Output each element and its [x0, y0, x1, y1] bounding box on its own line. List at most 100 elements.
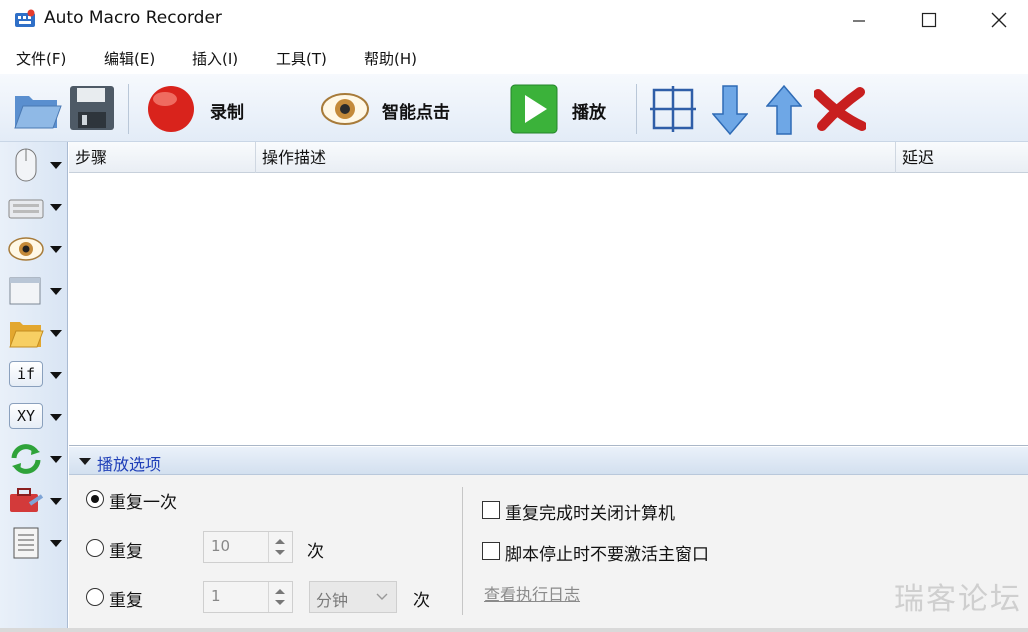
- eye-icon: [8, 237, 44, 261]
- repeat-interval-label: 重复: [109, 591, 143, 611]
- open-folder-icon[interactable]: [12, 84, 62, 132]
- menu-help[interactable]: 帮助(H): [364, 48, 417, 69]
- status-strip: [0, 628, 1028, 632]
- window-title: Auto Macro Recorder: [44, 8, 222, 28]
- interval-unit-value: 分钟: [316, 591, 349, 610]
- repeat-count-value: 10: [211, 537, 231, 555]
- menu-insert[interactable]: 插入(I): [192, 48, 238, 69]
- sidebar-keyboard[interactable]: [6, 188, 64, 226]
- save-disk-icon[interactable]: [68, 84, 116, 132]
- sidebar-document[interactable]: [6, 524, 64, 562]
- spin-up-icon: [275, 539, 285, 544]
- delete-icon[interactable]: [814, 86, 866, 132]
- if-condition-icon: if: [9, 361, 43, 387]
- sidebar-loop[interactable]: [6, 440, 64, 478]
- menu-tools[interactable]: 工具(T): [276, 48, 327, 69]
- macro-steps-table[interactable]: 步骤 操作描述 延迟: [69, 142, 1028, 446]
- repeat-once-label: 重复一次: [109, 493, 177, 513]
- smart-click-button[interactable]: 智能点击: [318, 80, 488, 138]
- chevron-down-icon: [50, 414, 62, 421]
- app-keyboard-icon: [15, 9, 35, 27]
- action-sidebar: if XY: [0, 142, 68, 632]
- times-label-2: 次: [413, 591, 430, 611]
- spin-buttons[interactable]: [268, 582, 292, 612]
- no-activate-label: 脚本停止时不要激活主窗口: [505, 545, 709, 565]
- table-header: 步骤 操作描述 延迟: [69, 142, 1028, 173]
- sidebar-eye[interactable]: [6, 230, 64, 268]
- chevron-down-icon: [50, 246, 62, 253]
- chevron-down-icon: [50, 498, 62, 505]
- chevron-down-icon: [50, 372, 62, 379]
- sidebar-tools[interactable]: [6, 482, 64, 520]
- folder-icon: [9, 322, 44, 348]
- document-list-icon: [13, 527, 39, 559]
- refresh-loop-icon: [11, 444, 41, 474]
- column-step[interactable]: 步骤: [69, 142, 255, 173]
- play-icon: [510, 84, 558, 134]
- close-icon: [991, 12, 1007, 28]
- spin-buttons[interactable]: [268, 532, 292, 562]
- toolbar: 录制 智能点击 播放: [0, 74, 1028, 142]
- move-down-icon[interactable]: [712, 84, 748, 136]
- menu-file[interactable]: 文件(F): [16, 48, 66, 69]
- column-description[interactable]: 操作描述: [255, 142, 895, 173]
- repeat-interval-radio[interactable]: [86, 588, 104, 606]
- toolbar-separator: [128, 84, 129, 134]
- repeat-count-stepper[interactable]: 10: [203, 531, 293, 563]
- play-button[interactable]: 播放: [508, 80, 628, 138]
- chevron-down-icon: [50, 540, 62, 547]
- sidebar-window[interactable]: [6, 272, 64, 310]
- no-activate-checkbox[interactable]: [482, 542, 500, 560]
- spin-down-icon: [275, 550, 285, 555]
- sidebar-folder[interactable]: [6, 314, 64, 352]
- smart-click-label: 智能点击: [382, 103, 450, 123]
- chevron-down-icon: [50, 456, 62, 463]
- record-label: 录制: [210, 103, 244, 123]
- maximize-button[interactable]: [894, 0, 964, 40]
- maximize-icon: [921, 12, 937, 28]
- repeat-interval-stepper[interactable]: 1: [203, 581, 293, 613]
- watermark: 瑞客论坛: [894, 582, 1022, 617]
- window-icon: [9, 277, 41, 305]
- column-delay[interactable]: 延迟: [895, 142, 1028, 173]
- playback-options-header[interactable]: 播放选项: [69, 447, 1028, 475]
- repeat-once-radio[interactable]: [86, 490, 104, 508]
- sidebar-mouse[interactable]: [6, 146, 64, 184]
- playback-options-panel: 重复一次 重复 10 次 重复 1 分钟 次 重复完成时关闭计算机 脚本停止时不…: [69, 475, 1028, 632]
- record-icon: [148, 86, 194, 132]
- menu-edit[interactable]: 编辑(E): [104, 48, 155, 69]
- chevron-down-icon: [50, 288, 62, 295]
- repeat-interval-value: 1: [211, 587, 221, 605]
- repeat-count-radio[interactable]: [86, 539, 104, 557]
- spin-down-icon: [275, 600, 285, 605]
- close-button[interactable]: [964, 0, 1028, 40]
- shutdown-label: 重复完成时关闭计算机: [505, 504, 675, 524]
- xy-variable-icon: XY: [9, 403, 43, 429]
- chevron-down-icon: [50, 330, 62, 337]
- chevron-down-icon: [376, 593, 388, 600]
- mouse-icon: [15, 148, 37, 182]
- eye-icon: [321, 93, 369, 125]
- options-divider: [462, 487, 463, 615]
- repeat-count-label: 重复: [109, 542, 143, 562]
- menu-bar: 文件(F) 编辑(E) 插入(I) 工具(T) 帮助(H): [0, 40, 1028, 74]
- record-button[interactable]: 录制: [144, 80, 284, 138]
- chevron-down-icon: [50, 204, 62, 211]
- chevron-down-icon: [50, 162, 62, 169]
- shutdown-checkbox[interactable]: [482, 501, 500, 519]
- minimize-button[interactable]: [824, 0, 894, 40]
- title-bar: Auto Macro Recorder: [0, 0, 1028, 40]
- spin-up-icon: [275, 589, 285, 594]
- sidebar-variables[interactable]: XY: [6, 398, 64, 436]
- times-label: 次: [307, 542, 324, 562]
- playback-options-title: 播放选项: [97, 455, 162, 474]
- select-region-icon[interactable]: [650, 86, 696, 132]
- minimize-icon: [853, 20, 865, 22]
- keyboard-icon: [8, 199, 44, 219]
- view-log-link[interactable]: 查看执行日志: [484, 581, 580, 605]
- move-up-icon[interactable]: [766, 84, 802, 136]
- sidebar-if[interactable]: if: [6, 356, 64, 394]
- play-label: 播放: [572, 103, 606, 123]
- toolbox-icon: [10, 488, 44, 512]
- interval-unit-select[interactable]: 分钟: [309, 581, 397, 613]
